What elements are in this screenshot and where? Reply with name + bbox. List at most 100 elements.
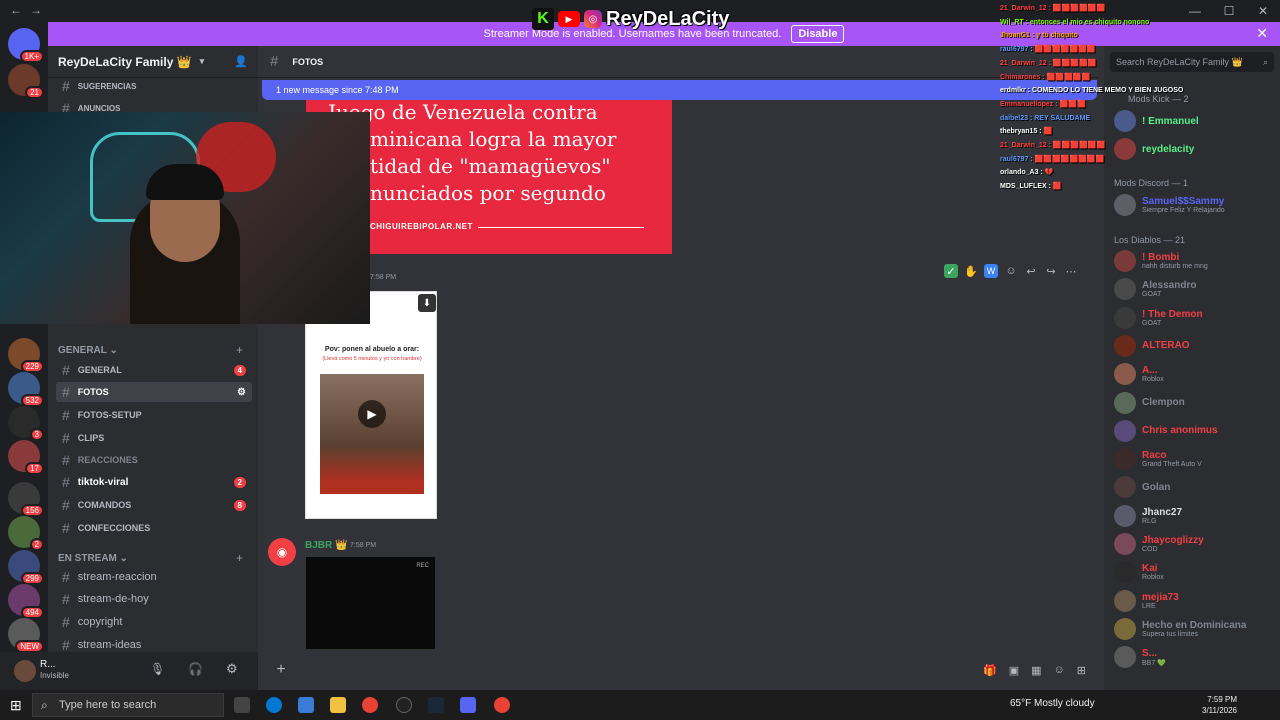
- disable-button[interactable]: Disable: [791, 25, 845, 43]
- server-icon[interactable]: NEW: [8, 618, 44, 653]
- headphones-icon[interactable]: 🎧: [188, 662, 203, 676]
- task-view-icon[interactable]: [234, 697, 250, 713]
- chat-message: thebryan15 : 🟥: [1000, 128, 1053, 136]
- channel-general[interactable]: # GENERAL 4: [56, 360, 252, 380]
- member-item[interactable]: ALTERAO: [1114, 334, 1190, 357]
- message-author[interactable]: BJBR 👑: [305, 540, 347, 551]
- settings-gear-icon[interactable]: ⚙: [226, 661, 238, 677]
- member-item[interactable]: Raco Grand Theft Auto V: [1114, 448, 1202, 471]
- video-attachment[interactable]: ⬇ Pov: ponen al abuelo a orar: (Llevá co…: [305, 291, 437, 519]
- video-thumbnail[interactable]: ▶: [320, 374, 424, 494]
- channel-stream-reaccion[interactable]: # stream-reaccion: [56, 567, 252, 587]
- add-channel-icon[interactable]: +: [236, 343, 243, 357]
- clock[interactable]: 7:59 PM 3/11/2026: [1202, 694, 1237, 716]
- server-icon[interactable]: 494: [8, 584, 44, 619]
- obs-icon[interactable]: [396, 697, 412, 713]
- search-icon[interactable]: ⌕: [1263, 57, 1268, 68]
- discord-icon[interactable]: [460, 697, 476, 713]
- server-icon[interactable]: 17: [8, 440, 44, 475]
- channel-copyright[interactable]: # copyright: [56, 612, 252, 632]
- member-item[interactable]: Jhanc27 RLG: [1114, 504, 1182, 527]
- channel-stream-de-hoy[interactable]: # stream-de-hoy: [56, 589, 252, 609]
- close-window-button[interactable]: ✕: [1246, 0, 1280, 22]
- member-item[interactable]: Chris anonimus: [1114, 419, 1218, 442]
- server-icon[interactable]: 1K+: [8, 28, 44, 63]
- chat-message: JhoanG1 : y tú chiquito: [1000, 32, 1078, 40]
- server-icon[interactable]: 156: [8, 482, 44, 517]
- chrome-icon[interactable]: [362, 697, 378, 713]
- channel-label: FOTOS: [77, 387, 109, 397]
- member-item[interactable]: ! The Demon GOAT: [1114, 306, 1203, 329]
- member-item[interactable]: mejia73 LRE: [1114, 589, 1179, 612]
- avatar[interactable]: [14, 660, 36, 682]
- avatar: [1114, 306, 1136, 329]
- server-badge: 2: [29, 538, 44, 551]
- w-reaction-icon[interactable]: W: [984, 264, 998, 278]
- maximize-button[interactable]: ☐: [1212, 0, 1246, 22]
- close-icon[interactable]: ✕: [1256, 25, 1268, 42]
- channel-clips[interactable]: # CLIPS: [56, 428, 252, 448]
- member-item[interactable]: Jhaycoglizzy COD: [1114, 533, 1204, 555]
- member-item[interactable]: Kai Roblox: [1114, 561, 1164, 584]
- category-en-stream[interactable]: EN STREAM ⌄: [58, 553, 128, 564]
- gif-icon[interactable]: ▣: [1009, 664, 1019, 677]
- add-channel-icon[interactable]: +: [236, 551, 243, 565]
- member-item[interactable]: A... Roblox: [1114, 363, 1164, 386]
- server-header[interactable]: ReyDeLaCity Family 👑 ▾ 👤: [48, 46, 258, 78]
- avatar[interactable]: ◉: [268, 538, 296, 566]
- file-explorer-icon[interactable]: [330, 697, 346, 713]
- weather-widget[interactable]: 65°F Mostly cloudy: [1010, 698, 1095, 709]
- chrome-icon[interactable]: [494, 697, 510, 713]
- channel-reacciones[interactable]: # REACCIONES: [56, 450, 252, 470]
- member-name: S...: [1142, 647, 1158, 659]
- chevron-down-icon[interactable]: ▾: [200, 56, 205, 67]
- member-item[interactable]: Alessandro GOAT: [1114, 278, 1196, 301]
- server-icon[interactable]: 532: [8, 372, 44, 407]
- channel-comandos[interactable]: # COMANDOS 8: [56, 495, 252, 515]
- member-item[interactable]: Hecho en Dominicana Supera tus límites: [1114, 617, 1246, 640]
- member-item[interactable]: ! Bombi nahh disturb me mng: [1114, 250, 1208, 272]
- member-item[interactable]: Clempon: [1114, 391, 1185, 414]
- hand-reaction-icon[interactable]: ✋: [964, 264, 978, 278]
- gift-icon[interactable]: 🎁: [983, 664, 997, 677]
- server-icon[interactable]: 229: [8, 338, 44, 373]
- taskbar-search-input[interactable]: ⌕ Type here to search: [32, 693, 224, 717]
- check-reaction-icon[interactable]: ✓: [944, 264, 958, 278]
- app-icon[interactable]: [298, 697, 314, 713]
- new-messages-bar[interactable]: 1 new message since 7:48 PM: [262, 80, 1097, 100]
- forward-icon[interactable]: ↪: [1044, 264, 1058, 278]
- message-composer[interactable]: + 🎁 ▣ ▦ ☺ ⊞: [264, 656, 1094, 684]
- channel-label: FOTOS-SETUP: [77, 410, 142, 420]
- channel-fotos[interactable]: # FOTOS ⚙: [56, 382, 252, 402]
- add-member-icon[interactable]: 👤: [234, 55, 248, 68]
- attach-plus-icon[interactable]: +: [272, 661, 290, 679]
- more-icon[interactable]: ⋯: [1064, 264, 1078, 278]
- sticker-icon[interactable]: ▦: [1031, 664, 1041, 677]
- video-attachment[interactable]: REC: [305, 556, 436, 650]
- server-icon[interactable]: 2: [8, 516, 44, 551]
- channel-confecciones[interactable]: # CONFECCIONES: [56, 518, 252, 538]
- category-general[interactable]: GENERAL ⌄: [58, 345, 118, 356]
- member-item[interactable]: S... BB7 💚: [1114, 646, 1166, 669]
- play-icon[interactable]: ▶: [358, 400, 386, 428]
- back-arrow-icon[interactable]: ←: [10, 3, 22, 17]
- steam-icon[interactable]: [428, 697, 444, 713]
- windows-start-icon[interactable]: ⊞: [10, 697, 22, 714]
- forward-arrow-icon[interactable]: →: [30, 3, 42, 17]
- settings-gear-icon[interactable]: ⚙: [237, 387, 246, 398]
- download-icon[interactable]: ⬇: [418, 294, 436, 312]
- emoji-icon[interactable]: ☺: [1054, 664, 1065, 677]
- apps-icon[interactable]: ⊞: [1077, 664, 1086, 677]
- microphone-icon[interactable]: 🎙: [150, 662, 165, 676]
- member-item[interactable]: Golan: [1114, 476, 1170, 499]
- server-icon[interactable]: 299: [8, 550, 44, 585]
- channel-fotos-setup[interactable]: # FOTOS-SETUP: [56, 405, 252, 425]
- server-icon[interactable]: 21: [8, 64, 44, 99]
- add-reaction-icon[interactable]: ☺: [1004, 264, 1018, 278]
- reply-icon[interactable]: ↩: [1024, 264, 1038, 278]
- channel-tiktok-viral[interactable]: # tiktok-viral 2: [56, 472, 252, 492]
- edge-icon[interactable]: [266, 697, 282, 713]
- channel-sugerencias[interactable]: # SUGERENCIAS: [56, 76, 252, 96]
- rec-label: REC: [416, 563, 429, 569]
- server-icon[interactable]: 3: [8, 406, 44, 441]
